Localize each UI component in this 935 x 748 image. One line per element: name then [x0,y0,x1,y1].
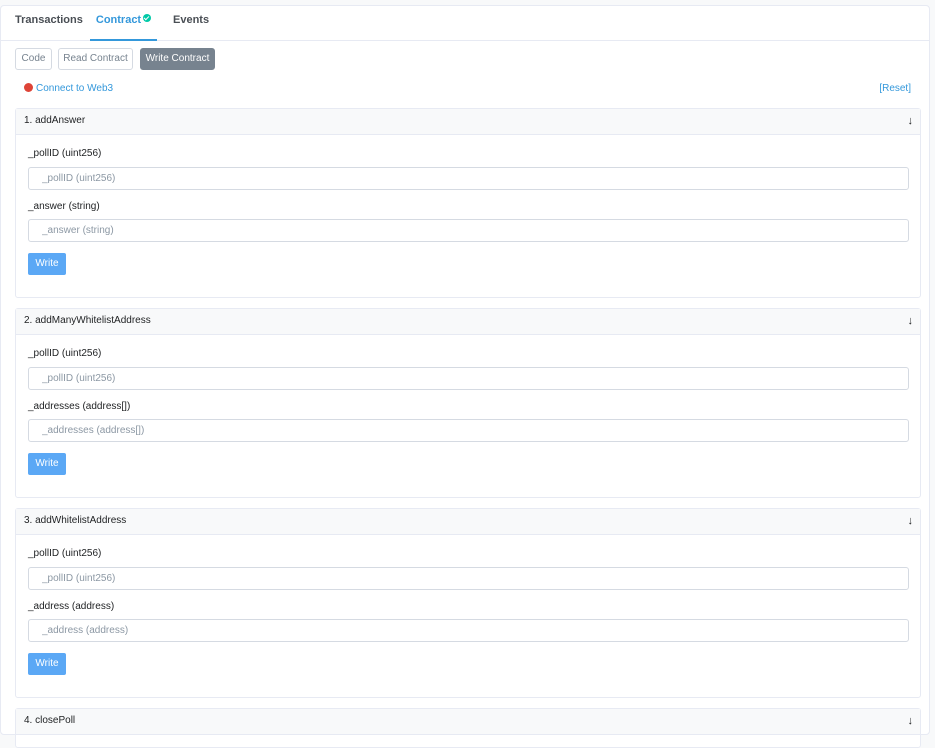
button-label: Code [21,53,46,64]
connection-status-dot-icon [24,83,33,92]
param-label: _pollID (uint256) [28,148,102,159]
function-header[interactable]: 4. closePoll ↓ [16,709,920,735]
tab-transactions[interactable]: Transactions [15,6,83,39]
write-button[interactable]: Write [28,653,66,675]
function-header[interactable]: 2. addManyWhitelistAddress ↓ [16,309,920,335]
function-title: 4. closePoll [24,715,76,726]
function-title: 3. addWhitelistAddress [24,515,127,526]
param-label: _pollID (uint256) [28,348,102,359]
read-contract-button[interactable]: Read Contract [58,48,133,70]
param-input[interactable] [28,619,909,642]
contract-card: Transactions Contract Events Code Read C… [0,5,930,748]
arrow-down-icon: ↓ [907,315,914,327]
function-panel: 3. addWhitelistAddress ↓ _pollID (uint25… [15,508,921,698]
param-input[interactable] [28,219,909,242]
button-label: Write Contract [145,53,210,64]
param-label: _answer (string) [28,201,100,212]
code-button[interactable]: Code [15,48,52,70]
tab-bar: Transactions Contract Events [1,6,929,41]
function-title: 1. addAnswer [24,115,86,126]
param-input[interactable] [28,167,909,190]
arrow-down-icon: ↓ [907,515,914,527]
param-input[interactable] [28,419,909,442]
tab-contract[interactable]: Contract [90,6,157,41]
function-panel: 2. addManyWhitelistAddress ↓ _pollID (ui… [15,308,921,498]
param-input[interactable] [28,367,909,390]
tab-label: Transactions [15,14,83,26]
tab-label: Events [173,14,210,26]
function-header[interactable]: 3. addWhitelistAddress ↓ [16,509,920,535]
write-contract-button[interactable]: Write Contract [140,48,215,70]
function-title: 2. addManyWhitelistAddress [24,315,151,326]
function-panel: 4. closePoll ↓ [15,708,921,748]
param-label: _pollID (uint256) [28,548,102,559]
param-label: _addresses (address[]) [28,401,131,412]
param-label: _address (address) [28,601,115,612]
write-button[interactable]: Write [28,453,66,475]
write-button[interactable]: Write [28,253,66,275]
param-input[interactable] [28,567,909,590]
connect-to-web3-link[interactable]: Connect to Web3 [24,83,113,95]
arrow-down-icon: ↓ [907,115,914,127]
connect-label: Connect to Web3 [36,83,114,94]
tab-label: Contract [95,14,142,26]
tab-events[interactable]: Events [173,6,209,39]
check-circle-icon [143,14,152,22]
arrow-down-icon: ↓ [907,715,914,727]
function-header[interactable]: 1. addAnswer ↓ [16,109,920,135]
button-label: Read Contract [63,53,128,64]
function-panel: 1. addAnswer ↓ _pollID (uint256) _answer… [15,108,921,298]
reset-link[interactable]: [Reset] [879,83,911,95]
